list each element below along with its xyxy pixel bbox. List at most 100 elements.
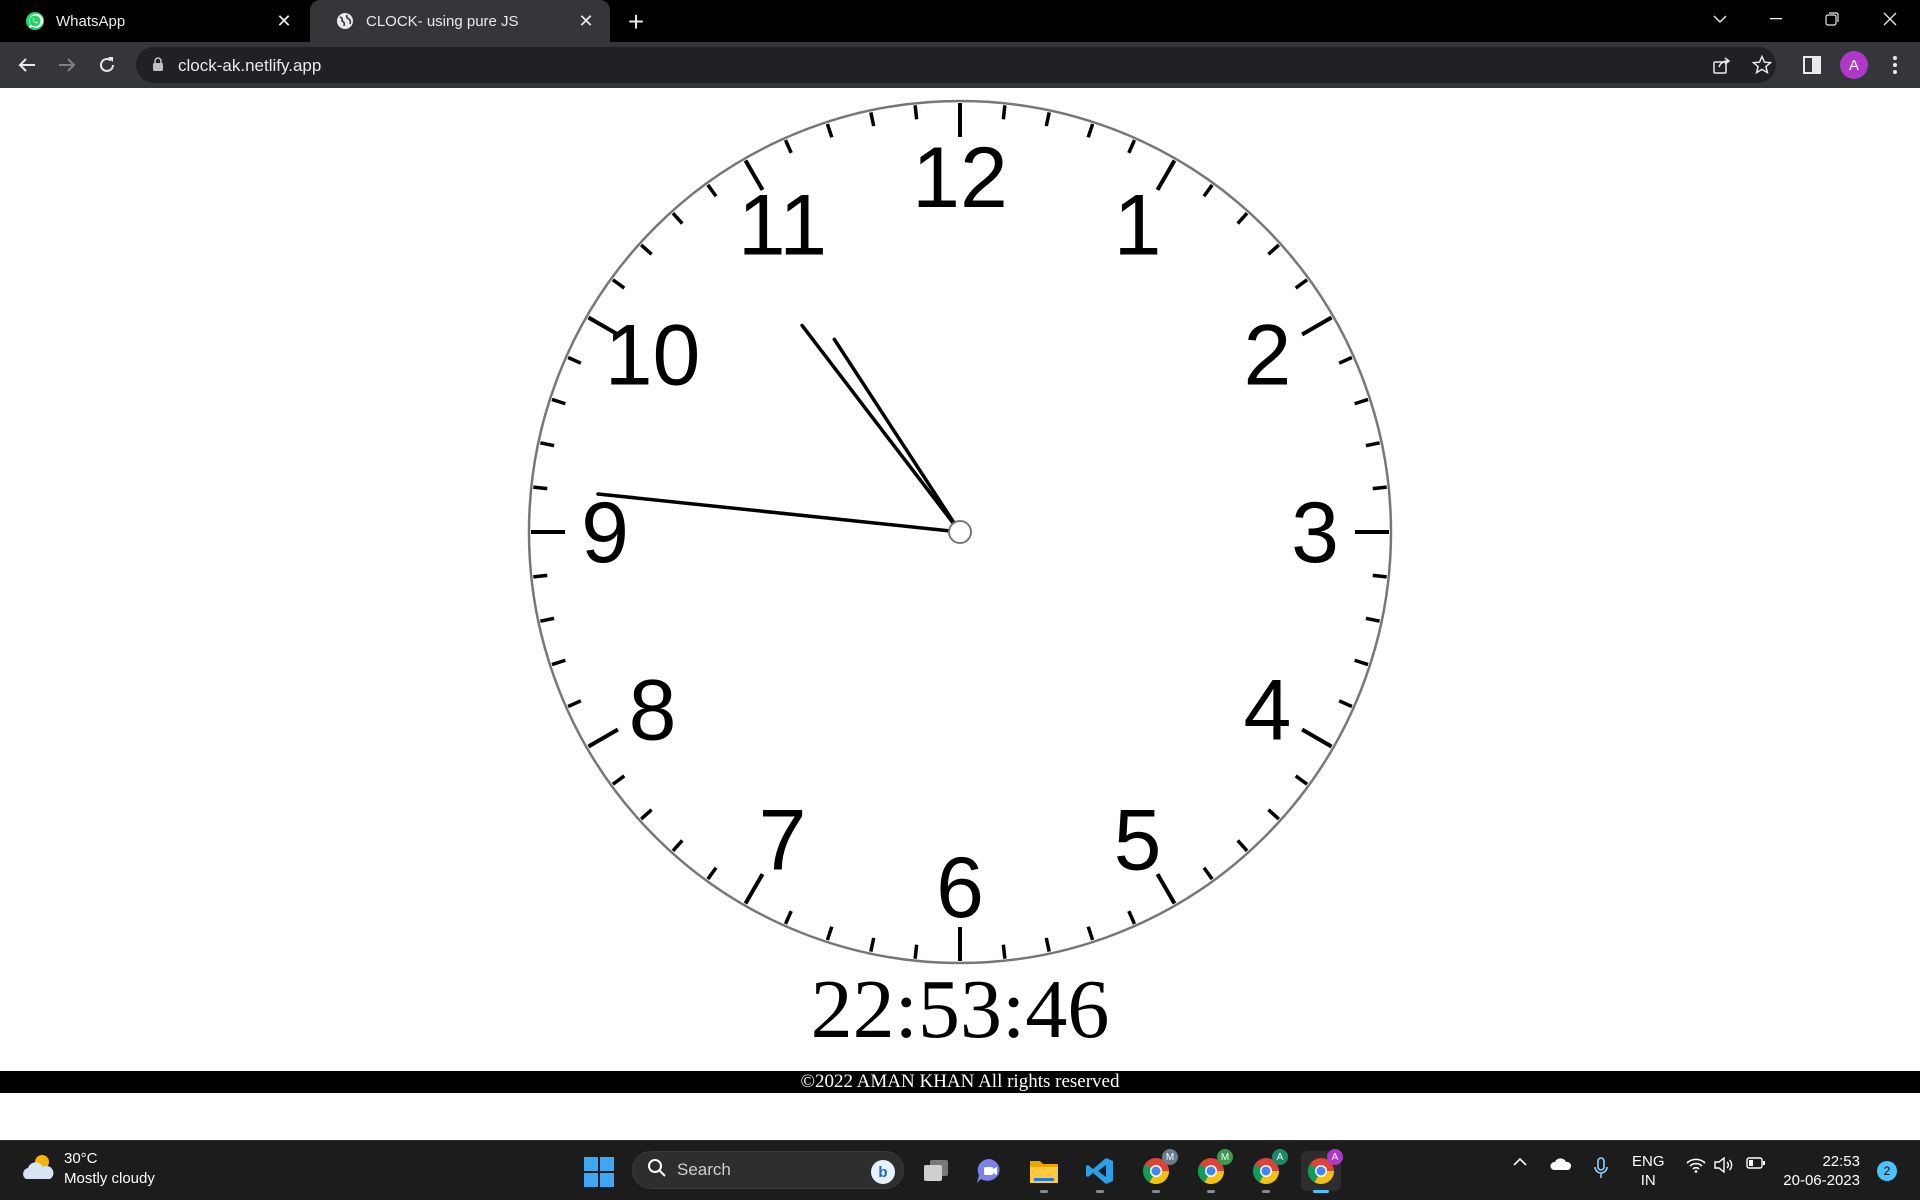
tab-title: CLOCK- using pure JS xyxy=(366,12,519,30)
hour-numeral: 9 xyxy=(581,485,629,581)
running-indicator xyxy=(1262,1190,1270,1193)
minute-tick xyxy=(533,485,548,491)
chrome-profile-a1-button[interactable]: A xyxy=(1246,1149,1288,1193)
minute-tick xyxy=(1372,573,1387,579)
address-bar[interactable]: clock-ak.netlify.app xyxy=(136,47,1776,83)
hour-numeral: 12 xyxy=(912,130,1008,226)
vscode-icon xyxy=(1086,1158,1113,1184)
profile-badge-icon: A xyxy=(1272,1149,1288,1165)
minute-tick xyxy=(913,944,919,959)
center-pin xyxy=(948,520,972,544)
chrome-profile-m1-button[interactable]: M xyxy=(1136,1149,1178,1193)
new-tab-button[interactable]: + xyxy=(620,6,652,38)
lock-icon[interactable] xyxy=(152,57,164,77)
back-button[interactable] xyxy=(12,50,42,80)
volume-icon[interactable] xyxy=(1714,1157,1734,1173)
minute-tick xyxy=(1001,105,1007,120)
close-tab-icon[interactable]: ✕ xyxy=(270,7,298,35)
hour-numeral: 5 xyxy=(1114,792,1162,888)
tab-title: WhatsApp xyxy=(56,12,126,30)
profile-badge-icon: A xyxy=(1327,1149,1343,1165)
globe-icon xyxy=(334,10,356,32)
system-date: 20-06-2023 xyxy=(1783,1172,1860,1189)
side-panel-icon[interactable] xyxy=(1797,50,1827,80)
file-explorer-button[interactable] xyxy=(1024,1151,1064,1193)
back-arrow-icon xyxy=(18,58,35,72)
minute-tick xyxy=(1001,944,1007,959)
reload-button[interactable] xyxy=(92,50,122,80)
running-indicator xyxy=(1207,1190,1215,1193)
wifi-icon[interactable] xyxy=(1686,1157,1706,1173)
cloud-sun-icon xyxy=(20,1152,56,1187)
task-view-button[interactable] xyxy=(916,1151,956,1191)
search-icon xyxy=(647,1158,667,1183)
hour-numeral: 4 xyxy=(1244,663,1292,759)
hour-numeral: 1 xyxy=(1114,178,1162,274)
teams-chat-icon xyxy=(977,1158,1000,1183)
hour-numeral: 7 xyxy=(759,792,807,888)
tab-strip: WhatsApp ✕ CLOCK- using pure JS ✕ + xyxy=(0,0,1920,42)
start-button[interactable] xyxy=(583,1156,615,1193)
profile-avatar[interactable]: A xyxy=(1840,51,1868,79)
digital-time: 22:53:46 xyxy=(810,963,1110,1056)
reload-icon xyxy=(100,57,114,72)
search-placeholder: Search xyxy=(677,1160,731,1179)
hour-numeral: 10 xyxy=(605,308,701,404)
close-window-button[interactable] xyxy=(1862,0,1918,38)
battery-icon[interactable] xyxy=(1746,1157,1766,1169)
menu-icon[interactable] xyxy=(1880,50,1910,80)
onedrive-cloud-icon[interactable] xyxy=(1550,1157,1572,1171)
system-clock[interactable]: 22:53 20-06-2023 xyxy=(1780,1152,1860,1190)
hour-numeral: 6 xyxy=(936,840,984,936)
bing-icon[interactable]: b xyxy=(871,1160,895,1184)
footer-copyright: ©2022 AMAN KHAN All rights reserved xyxy=(0,1071,1920,1093)
hour-numeral: 3 xyxy=(1291,485,1339,581)
region-code: IN xyxy=(1640,1172,1656,1189)
chrome-profile-a2-button[interactable]: A xyxy=(1301,1149,1343,1193)
taskbar: 30°C Mostly cloudy Search b M M A A ENG … xyxy=(0,1140,1920,1200)
hour-numeral: 11 xyxy=(738,178,827,274)
language-indicator[interactable]: ENG IN xyxy=(1632,1152,1665,1190)
teams-chat-button[interactable] xyxy=(970,1151,1010,1191)
bookmark-star-icon[interactable] xyxy=(1747,50,1777,80)
running-indicator xyxy=(1152,1190,1160,1193)
share-icon[interactable] xyxy=(1707,50,1737,80)
system-time: 22:53 xyxy=(1822,1153,1860,1170)
url-text[interactable]: clock-ak.netlify.app xyxy=(178,56,321,76)
whatsapp-icon xyxy=(24,10,46,32)
folder-icon xyxy=(1030,1161,1058,1183)
chrome-profile-m2-button[interactable]: M xyxy=(1191,1149,1233,1193)
forward-arrow-icon xyxy=(59,58,76,72)
active-indicator xyxy=(1313,1190,1329,1193)
minute-tick xyxy=(1372,485,1387,491)
minute-tick xyxy=(913,105,919,120)
browser-toolbar: clock-ak.netlify.app A xyxy=(0,42,1920,88)
hour-numeral: 2 xyxy=(1244,308,1292,404)
page-content: 12 1 2 3 4 5 6 7 8 9 10 11 22:53:46 ©2022 AMAN KHAN… xyxy=(0,88,1920,1140)
show-hidden-icons-chevron-icon[interactable] xyxy=(1512,1157,1528,1167)
running-indicator xyxy=(1040,1190,1048,1193)
weather-condition: Mostly cloudy xyxy=(64,1170,155,1187)
language-code: ENG xyxy=(1632,1153,1665,1170)
vscode-button[interactable] xyxy=(1080,1151,1120,1193)
running-indicator xyxy=(1096,1190,1104,1193)
profile-badge-icon: M xyxy=(1217,1149,1233,1165)
hour-numeral: 8 xyxy=(629,663,677,759)
taskbar-search-box[interactable]: Search b xyxy=(632,1151,904,1189)
minimize-button[interactable] xyxy=(1748,0,1804,38)
restore-button[interactable] xyxy=(1804,0,1860,38)
microphone-icon[interactable] xyxy=(1594,1157,1608,1179)
weather-temp: 30°C xyxy=(64,1150,98,1167)
minute-tick xyxy=(533,573,548,579)
tab-clock[interactable]: CLOCK- using pure JS ✕ xyxy=(310,0,610,42)
forward-button[interactable] xyxy=(52,50,82,80)
tab-whatsapp[interactable]: WhatsApp ✕ xyxy=(0,0,308,42)
task-view-icon xyxy=(924,1160,948,1181)
weather-widget[interactable]: 30°C Mostly cloudy xyxy=(20,1149,155,1189)
profile-badge-icon: M xyxy=(1162,1149,1178,1165)
notification-count-badge[interactable]: 2 xyxy=(1877,1161,1897,1181)
analog-clock: 12 12 3 45 6 789 10 11 xyxy=(527,99,1393,965)
close-tab-icon[interactable]: ✕ xyxy=(572,7,600,35)
windows-logo-icon xyxy=(584,1157,614,1187)
tab-search-icon[interactable] xyxy=(1692,0,1748,38)
